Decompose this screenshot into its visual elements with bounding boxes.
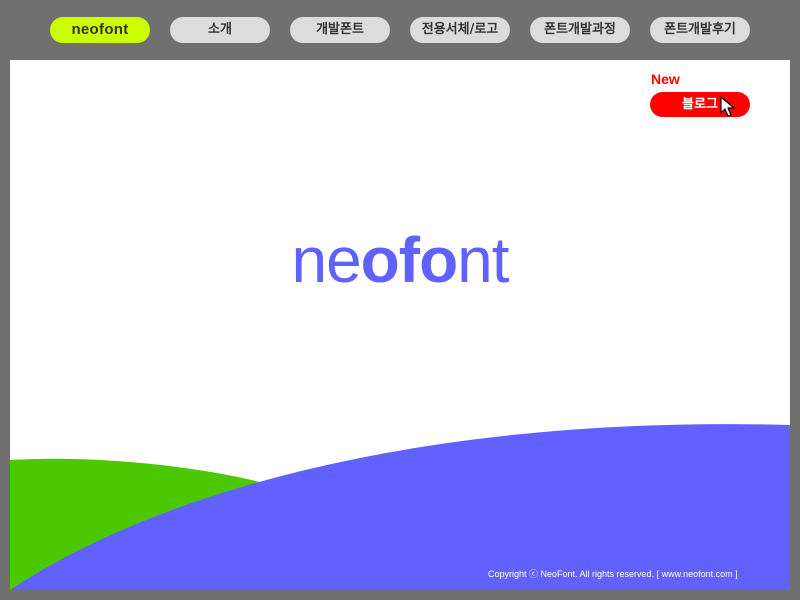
nav-item-developed-fonts[interactable]: 개발폰트 <box>290 17 390 43</box>
new-badge: New <box>651 71 680 87</box>
logo-part-2: ofo <box>360 224 458 296</box>
copyright-text: Copyright ⓒ NeoFont. All rights reserved… <box>488 569 738 579</box>
nav-item-font-dev-process[interactable]: 폰트개발과정 <box>530 17 630 43</box>
hills-background <box>10 424 790 590</box>
app-window: neofont 소개 개발폰트 전용서체/로고 폰트개발과정 폰트개발후기 ne… <box>0 0 800 600</box>
nav-item-custom-typeface-logo[interactable]: 전용서체/로고 <box>410 17 510 43</box>
main-stage: neofont New 블로그 Copyright ⓒ NeoFont. All… <box>10 60 790 590</box>
nav-item-font-dev-review[interactable]: 폰트개발후기 <box>650 17 750 43</box>
logo-part-3: nt <box>457 224 509 296</box>
top-navigation: neofont 소개 개발폰트 전용서체/로고 폰트개발과정 폰트개발후기 <box>0 17 800 43</box>
neofont-logo: neofont <box>10 220 790 300</box>
nav-item-neofont[interactable]: neofont <box>50 17 150 43</box>
logo-part-1: ne <box>291 224 361 296</box>
mouse-pointer-icon <box>720 96 735 117</box>
nav-item-intro[interactable]: 소개 <box>170 17 270 43</box>
